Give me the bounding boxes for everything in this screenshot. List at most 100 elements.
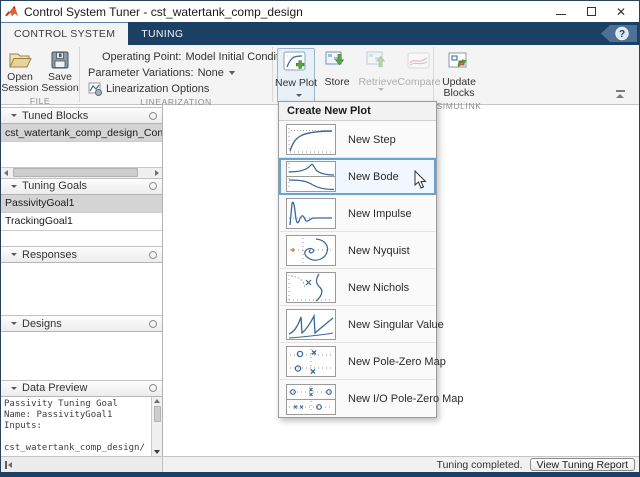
window-title: Control System Tuner - cst_watertank_com… (24, 5, 555, 19)
linearization-options-icon (88, 82, 102, 96)
list-item-tuning-goal[interactable]: TrackingGoal1 (1, 213, 162, 231)
title-bar: Control System Tuner - cst_watertank_com… (1, 1, 639, 22)
tab-tuning[interactable]: TUNING (128, 22, 196, 45)
minimize-ribbon-button[interactable] (613, 90, 627, 100)
open-session-button[interactable]: Open Session (1, 48, 39, 96)
menu-item-new-nichols[interactable]: New Nichols (279, 269, 436, 306)
matlab-logo-icon (5, 5, 19, 18)
new-plot-icon (283, 51, 310, 76)
panel-responses: Responses (1, 246, 162, 315)
sidebar-hscrollbar[interactable] (1, 457, 163, 472)
retrieve-label: Retrieve (356, 77, 400, 88)
vertical-scrollbar[interactable] (151, 397, 162, 456)
new-plot-label: New Plot (274, 78, 318, 100)
store-button[interactable]: Store (318, 48, 356, 90)
data-preview-text: Passivity Tuning Goal Name: PassivityGoa… (1, 397, 151, 456)
list-item-tuning-goal[interactable]: PassivityGoal1 (1, 195, 162, 213)
nyquist-plot-icon (286, 235, 336, 266)
list-item-tuned-block[interactable]: cst_watertank_comp_design_Controller (1, 124, 162, 142)
panel-collapse-icon[interactable] (11, 387, 17, 390)
parameter-variations-value: None (198, 67, 224, 79)
menu-item-new-io-pole-zero-map[interactable]: New I/O Pole-Zero Map (279, 380, 436, 417)
ribbon-tab-bar: CONTROL SYSTEM TUNING ? (1, 22, 639, 45)
panel-header-data-preview[interactable]: Data Preview (1, 380, 162, 397)
update-blocks-icon (446, 50, 472, 75)
panel-options-icon[interactable] (149, 384, 157, 392)
compare-icon (406, 50, 432, 75)
tab-control-system[interactable]: CONTROL SYSTEM (1, 22, 128, 45)
linearization-options-label: Linearization Options (106, 83, 209, 95)
scrollbar-thumb[interactable] (13, 168, 138, 177)
menu-item-label: New I/O Pole-Zero Map (348, 393, 464, 405)
minimize-icon[interactable] (555, 6, 567, 18)
menu-item-label: New Bode (348, 171, 399, 183)
menu-item-new-bode[interactable]: New Bode (279, 158, 436, 195)
panel-collapse-icon[interactable] (11, 322, 17, 325)
menu-item-new-singular-value[interactable]: New Singular Value (279, 306, 436, 343)
scroll-down-icon[interactable] (154, 450, 160, 454)
menu-item-new-nyquist[interactable]: New Nyquist (279, 232, 436, 269)
menu-item-new-impulse[interactable]: New Impulse (279, 195, 436, 232)
app-window: Control System Tuner - cst_watertank_com… (0, 0, 640, 477)
scroll-home-icon (5, 461, 7, 469)
maximize-icon[interactable] (585, 6, 597, 18)
help-button[interactable]: ? (601, 22, 637, 45)
tab-control-system-label: CONTROL SYSTEM (14, 28, 115, 40)
file-section-label: FILE (1, 96, 79, 108)
parameter-variations-label: Parameter Variations: (88, 67, 194, 79)
panel-collapse-icon[interactable] (11, 253, 17, 256)
panel-header-designs[interactable]: Designs (1, 315, 162, 332)
save-session-button[interactable]: Save Session (41, 48, 79, 96)
create-new-plot-menu: Create New Plot New Step New Bode (278, 101, 437, 418)
chevron-down-icon (378, 88, 384, 91)
nichols-plot-icon (286, 272, 336, 303)
status-bar: Tuning completed. View Tuning Report (1, 456, 639, 472)
menu-header: Create New Plot (279, 102, 436, 121)
panel-header-responses[interactable]: Responses (1, 246, 162, 263)
update-blocks-button[interactable]: Update Blocks (436, 48, 482, 101)
panel-designs: Designs (1, 315, 162, 380)
io-pole-zero-map-icon (286, 384, 336, 415)
impulse-plot-icon (286, 198, 336, 229)
scrollbar-thumb[interactable] (154, 406, 161, 422)
menu-item-label: New Step (348, 134, 396, 146)
panel-header-tuning-goals[interactable]: Tuning Goals (1, 178, 162, 195)
scroll-right-icon[interactable] (152, 170, 162, 176)
menu-item-label: New Singular Value (348, 319, 444, 331)
panel-header-tuned-blocks[interactable]: Tuned Blocks (1, 107, 162, 124)
ribbon: Open Session Save Session FILE (1, 45, 639, 105)
scroll-up-icon[interactable] (154, 399, 160, 403)
new-plot-button[interactable]: New Plot (277, 48, 315, 103)
mouse-cursor-icon (414, 170, 427, 189)
bode-plot-icon (286, 161, 336, 192)
panel-title: Responses (22, 249, 149, 261)
operating-point-label: Operating Point: (102, 51, 182, 63)
browser-sidebar: Tuned Blocks cst_watertank_comp_design_C… (1, 105, 163, 456)
panel-options-icon[interactable] (149, 112, 157, 120)
help-icon: ? (601, 25, 637, 42)
collapse-up-icon (616, 94, 624, 98)
panel-collapse-icon[interactable] (11, 185, 17, 188)
panel-options-icon[interactable] (149, 251, 157, 259)
singular-value-plot-icon (286, 309, 336, 340)
close-icon[interactable]: ✕ (615, 6, 627, 18)
view-tuning-report-button[interactable]: View Tuning Report (530, 458, 635, 471)
status-message: Tuning completed. (437, 459, 523, 471)
horizontal-scrollbar[interactable] (1, 167, 162, 178)
menu-item-label: New Pole-Zero Map (348, 356, 446, 368)
menu-item-label: New Nyquist (348, 245, 410, 257)
save-icon (50, 50, 70, 70)
scroll-left-icon[interactable] (1, 170, 11, 176)
panel-title: Designs (22, 318, 149, 330)
simulink-section-label: SIMULINK (434, 101, 484, 113)
menu-item-label: New Impulse (348, 208, 412, 220)
panel-collapse-icon[interactable] (11, 114, 17, 117)
panel-title: Tuning Goals (22, 180, 149, 192)
panel-data-preview: Data Preview Passivity Tuning Goal Name:… (1, 380, 162, 456)
panel-options-icon[interactable] (149, 182, 157, 190)
panel-options-icon[interactable] (149, 320, 157, 328)
menu-item-new-step[interactable]: New Step (279, 121, 436, 158)
menu-item-new-pole-zero-map[interactable]: New Pole-Zero Map (279, 343, 436, 380)
retrieve-icon (365, 50, 391, 75)
panel-tuned-blocks: Tuned Blocks cst_watertank_comp_design_C… (1, 107, 162, 178)
